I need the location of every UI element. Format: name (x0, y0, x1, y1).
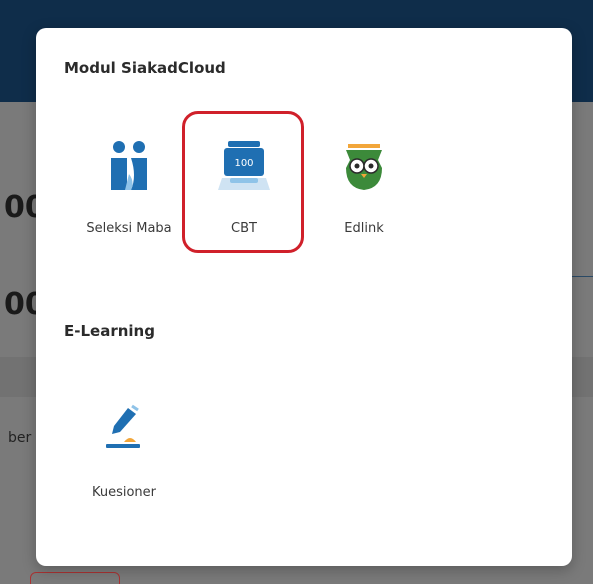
app-tile-label: Edlink (344, 221, 384, 236)
highlight-annotation (182, 111, 304, 253)
divider (572, 276, 593, 277)
app-tile-kuesioner[interactable]: Kuesioner (69, 402, 179, 522)
app-tile-seleksi-maba[interactable]: Seleksi Maba (74, 138, 184, 258)
section-title-elearning: E-Learning (64, 322, 155, 340)
app-tile-label: Kuesioner (91, 485, 157, 500)
section-title-siakadcloud: Modul SiakadCloud (64, 59, 226, 77)
pen-survey-icon (106, 404, 140, 448)
background-button (30, 572, 120, 584)
app-switcher-modal: Modul SiakadCloud Seleksi Maba 100 CBT E… (36, 28, 572, 566)
people-icon (111, 141, 147, 190)
table-cell-text: ber (8, 430, 32, 446)
app-tile-edlink[interactable]: Edlink (309, 138, 419, 258)
owl-icon (346, 144, 382, 190)
app-tile-label: Seleksi Maba (86, 221, 172, 236)
